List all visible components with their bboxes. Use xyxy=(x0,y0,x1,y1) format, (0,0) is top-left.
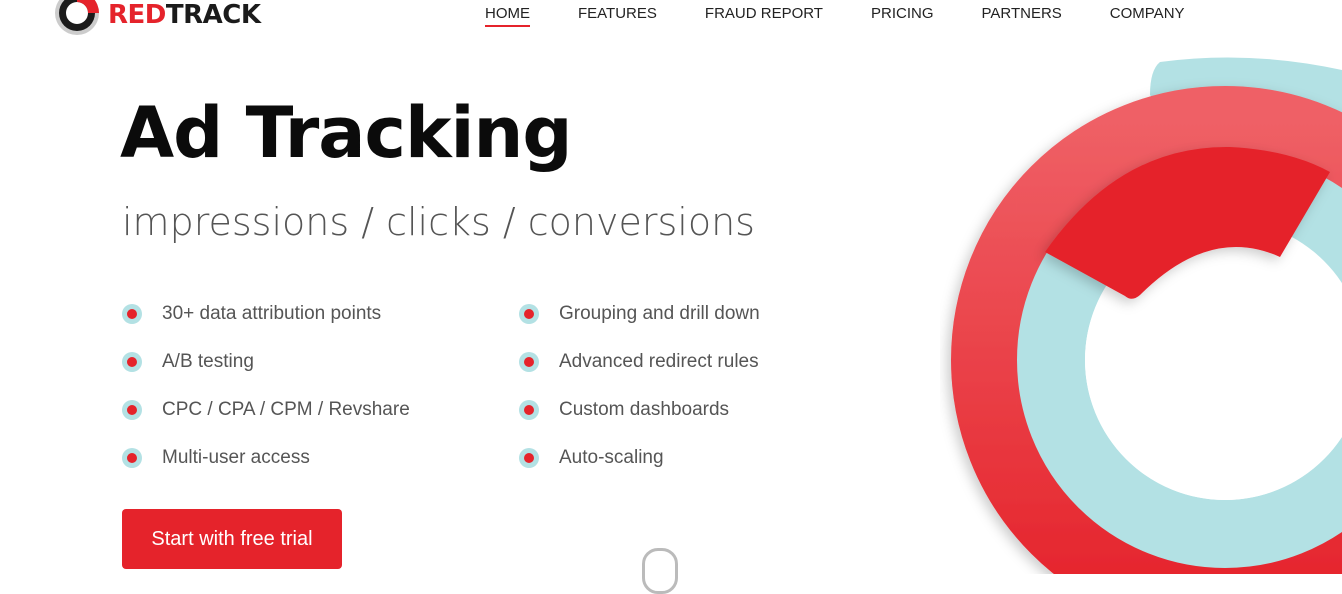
bullet-icon xyxy=(122,304,142,324)
feature-item: Advanced redirect rules xyxy=(519,338,819,386)
nav-partners[interactable]: PARTNERS xyxy=(982,5,1062,27)
ring-graphic xyxy=(951,57,1342,574)
nav-pricing[interactable]: PRICING xyxy=(871,5,934,27)
bullet-icon xyxy=(519,448,539,468)
main-nav: HOME FEATURES FRAUD REPORT PRICING PARTN… xyxy=(485,5,1233,27)
nav-home[interactable]: HOME xyxy=(485,5,530,27)
bullet-icon xyxy=(519,400,539,420)
nav-fraud-report[interactable]: FRAUD REPORT xyxy=(705,5,823,27)
feature-item: Custom dashboards xyxy=(519,386,819,434)
feature-item: CPC / CPA / CPM / Revshare xyxy=(122,386,519,434)
redtrack-logo[interactable]: REDTRACK xyxy=(52,0,261,38)
logo-wordmark: REDTRACK xyxy=(108,0,261,30)
feature-item: Multi-user access xyxy=(122,434,519,482)
feature-list: 30+ data attribution points Grouping and… xyxy=(122,290,819,482)
feature-item: Grouping and drill down xyxy=(519,290,819,338)
scroll-down-indicator[interactable] xyxy=(642,548,678,594)
logo-ring-icon xyxy=(55,0,99,35)
bullet-icon xyxy=(519,352,539,372)
hero-title: Ad Tracking xyxy=(120,92,572,174)
bullet-icon xyxy=(519,304,539,324)
hero-subtitle: impressions / clicks / conversions xyxy=(122,200,755,244)
nav-company[interactable]: COMPANY xyxy=(1110,5,1185,27)
bullet-icon xyxy=(122,352,142,372)
nav-features[interactable]: FEATURES xyxy=(578,5,657,27)
feature-item: Auto-scaling xyxy=(519,434,819,482)
bullet-icon xyxy=(122,400,142,420)
feature-item: 30+ data attribution points xyxy=(122,290,519,338)
bullet-icon xyxy=(122,448,142,468)
feature-item: A/B testing xyxy=(122,338,519,386)
start-free-trial-button[interactable]: Start with free trial xyxy=(122,509,342,569)
